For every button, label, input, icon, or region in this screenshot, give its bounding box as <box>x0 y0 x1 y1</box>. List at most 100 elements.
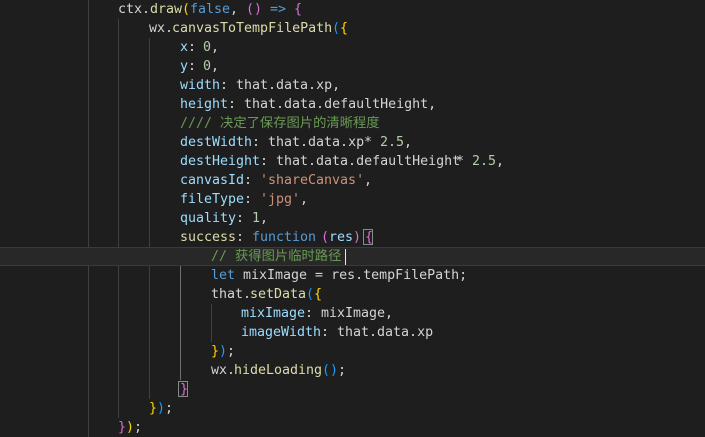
code-token: , <box>496 154 505 169</box>
code-token: function <box>252 230 317 245</box>
code-token: destWidth <box>180 135 253 150</box>
code-line[interactable]: } ) ; <box>0 418 705 437</box>
code-token: ; <box>165 401 174 416</box>
code-token: height <box>180 97 229 112</box>
code-line[interactable]: width : that.data.xp, <box>0 76 705 95</box>
code-line[interactable]: canvasId : 'shareCanvas' , <box>0 171 705 190</box>
code-token: : that.data.defaultHeight, <box>228 97 437 112</box>
code-token: setData <box>250 287 307 302</box>
code-token: mixImage <box>241 306 306 321</box>
code-comment: // 获得图片临时路径 <box>211 249 342 264</box>
code-token: destHeight <box>180 154 261 169</box>
code-token: ( <box>182 2 191 17</box>
code-comment: //// 决定了保存图片的清晰程度 <box>180 116 380 131</box>
code-token: : mixImage, <box>305 306 394 321</box>
code-token: ) <box>126 420 135 435</box>
code-line[interactable]: that. setData ( { <box>0 285 705 304</box>
code-line[interactable]: y : 0 , <box>0 57 705 76</box>
code-token: , <box>230 2 247 17</box>
code-token: : <box>244 173 261 188</box>
code-token: 2.5 <box>380 135 405 150</box>
code-token: wx. <box>149 21 174 36</box>
code-line[interactable]: let mixImage = res.tempFilePath; <box>0 266 705 285</box>
code-token: : <box>188 59 205 74</box>
code-editor[interactable]: ctx. draw ( false , () => { wx. canvasTo… <box>0 0 705 437</box>
code-token: : that.data.defaultHeight <box>260 154 469 169</box>
code-token: { <box>294 2 303 17</box>
code-token: { <box>340 21 349 36</box>
code-line[interactable]: destHeight : that.data.defaultHeight * 2… <box>0 152 705 171</box>
code-token: * <box>456 154 465 169</box>
code-token: ( <box>321 230 330 245</box>
code-string: 'shareCanvas' <box>260 173 365 188</box>
code-token: ctx. <box>118 2 151 17</box>
code-token: false <box>190 2 231 17</box>
code-token: res <box>329 230 354 245</box>
code-token: ) <box>219 344 228 359</box>
code-token: ; <box>134 420 143 435</box>
code-token: { <box>314 287 323 302</box>
code-token: canvasToTempFilePath <box>172 21 333 36</box>
code-token: ) <box>353 230 362 245</box>
text-cursor <box>345 249 346 265</box>
code-token: 2.5 <box>472 154 497 169</box>
code-token: } <box>211 344 220 359</box>
code-line[interactable]: } ) ; <box>0 342 705 361</box>
code-token: : that.data.xp <box>321 325 434 340</box>
code-token: () <box>322 363 339 378</box>
code-token: , <box>364 173 373 188</box>
code-token: canvasId <box>180 173 245 188</box>
code-token: success <box>180 230 237 245</box>
code-token: } <box>180 382 189 397</box>
code-line[interactable]: } <box>0 380 705 399</box>
code-token: wx. <box>211 363 236 378</box>
code-token: ) <box>157 401 166 416</box>
code-token: 0 <box>203 40 212 55</box>
code-token: x <box>180 40 189 55</box>
code-token: () <box>246 2 263 17</box>
code-token: fileType <box>180 192 245 207</box>
code-token: : <box>188 40 205 55</box>
code-string: 'jpg' <box>260 192 301 207</box>
code-token: : that.data.xp <box>252 135 373 150</box>
code-token: => <box>262 2 295 17</box>
code-token: ( <box>306 287 315 302</box>
code-line[interactable]: height : that.data.defaultHeight, <box>0 95 705 114</box>
code-token: 1 <box>252 211 261 226</box>
code-line[interactable]: } ) ; <box>0 399 705 418</box>
code-token: { <box>365 230 374 245</box>
code-token: that. <box>211 287 252 302</box>
code-token: : that.data.xp, <box>220 78 341 93</box>
code-line[interactable]: fileType : 'jpg' , <box>0 190 705 209</box>
code-token: , <box>300 192 309 207</box>
code-token: ( <box>332 21 341 36</box>
code-token: * <box>364 135 373 150</box>
code-line[interactable]: wx. hideLoading () ; <box>0 361 705 380</box>
code-token: , <box>211 40 220 55</box>
code-token: y <box>180 59 189 74</box>
code-line[interactable]: mixImage : mixImage, <box>0 304 705 323</box>
code-line[interactable]: quality : 1 , <box>0 209 705 228</box>
code-token: draw <box>150 2 183 17</box>
code-token: : <box>236 211 253 226</box>
code-token: quality <box>180 211 237 226</box>
code-token: ; <box>338 363 347 378</box>
code-line[interactable]: success : function ( res ) { <box>0 228 705 247</box>
code-line[interactable]: destWidth : that.data.xp * 2.5 , <box>0 133 705 152</box>
code-token: mixImage = res.tempFilePath; <box>235 268 468 283</box>
code-token: } <box>118 420 127 435</box>
code-token: } <box>149 401 158 416</box>
code-line[interactable]: ctx. draw ( false , () => { <box>0 0 705 19</box>
code-token: : <box>244 192 261 207</box>
current-line[interactable]: // 获得图片临时路径 <box>0 247 705 266</box>
code-line[interactable]: imageWidth : that.data.xp <box>0 323 705 342</box>
code-token: : <box>236 230 253 245</box>
code-token: ; <box>227 344 236 359</box>
code-token: , <box>211 59 220 74</box>
code-token: , <box>260 211 269 226</box>
code-line[interactable]: wx. canvasToTempFilePath ( { <box>0 19 705 38</box>
code-line[interactable]: //// 决定了保存图片的清晰程度 <box>0 114 705 133</box>
code-line[interactable]: x : 0 , <box>0 38 705 57</box>
